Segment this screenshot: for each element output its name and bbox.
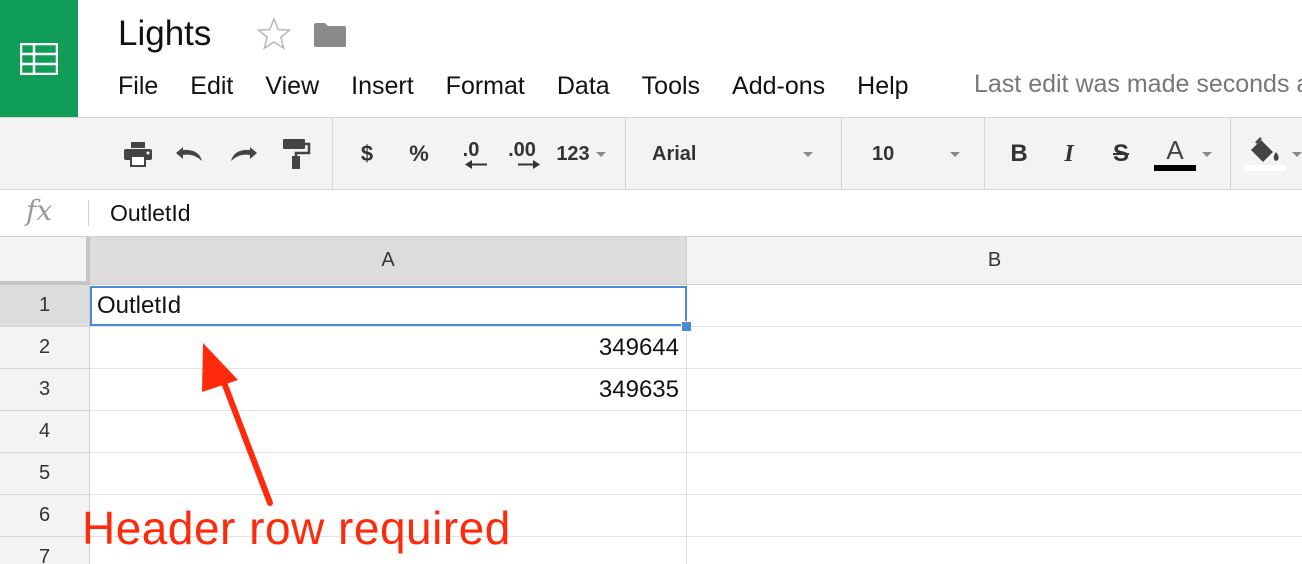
arrow-right-icon bbox=[518, 159, 540, 169]
row-header-2[interactable]: 2 bbox=[0, 327, 90, 369]
folder-icon[interactable] bbox=[313, 22, 347, 48]
toolbar-separator bbox=[1230, 118, 1231, 190]
dropdown-caret-icon bbox=[803, 151, 813, 157]
currency-format-button[interactable]: $ bbox=[352, 118, 382, 190]
formula-separator bbox=[88, 200, 89, 226]
text-color-swatch bbox=[1154, 165, 1196, 171]
star-icon[interactable] bbox=[257, 17, 291, 51]
bold-button[interactable]: B bbox=[1002, 118, 1036, 190]
menu-data[interactable]: Data bbox=[557, 72, 610, 101]
print-button[interactable] bbox=[118, 118, 158, 190]
fx-icon: fx bbox=[26, 194, 53, 227]
paint-bucket-icon bbox=[1244, 137, 1286, 171]
currency-label: $ bbox=[360, 141, 374, 166]
paint-format-icon bbox=[283, 139, 311, 169]
fill-handle[interactable] bbox=[681, 321, 692, 332]
decrease-decimal-label: .0 bbox=[462, 138, 480, 161]
italic-button[interactable]: I bbox=[1052, 118, 1086, 190]
cell-b5[interactable] bbox=[687, 453, 1302, 495]
cell-b6[interactable] bbox=[687, 495, 1302, 537]
text-color-button[interactable]: A bbox=[1150, 118, 1216, 190]
cell-a5[interactable] bbox=[90, 453, 687, 495]
increase-decimal-label: .00 bbox=[508, 138, 536, 161]
text-color-label: A bbox=[1166, 135, 1184, 165]
select-all-corner[interactable] bbox=[0, 237, 90, 285]
font-size-value: 10 bbox=[872, 142, 895, 165]
fill-color-swatch bbox=[1244, 165, 1286, 171]
menu-edit[interactable]: Edit bbox=[190, 72, 233, 101]
cell-b4[interactable] bbox=[687, 411, 1302, 453]
bold-label: B bbox=[1010, 140, 1028, 167]
annotation-label: Header row required bbox=[82, 502, 511, 554]
row-header-3[interactable]: 3 bbox=[0, 369, 90, 411]
more-formats-label: 123 bbox=[556, 142, 590, 165]
paint-format-button[interactable] bbox=[276, 118, 316, 190]
row-header-7[interactable]: 7 bbox=[0, 537, 90, 564]
undo-icon bbox=[176, 147, 202, 161]
formula-bar: fx OutletId bbox=[0, 190, 1302, 237]
percent-label: % bbox=[409, 141, 429, 166]
toolbar-separator bbox=[332, 118, 333, 190]
row-header-6[interactable]: 6 bbox=[0, 495, 90, 537]
toolbar: $ % .0 .00 123 Arial 10 B I S A bbox=[0, 117, 1302, 190]
decrease-decimal-button[interactable]: .0 bbox=[452, 118, 490, 190]
menu-insert[interactable]: Insert bbox=[351, 72, 414, 101]
column-header-b[interactable]: B bbox=[687, 237, 1302, 285]
menu-format[interactable]: Format bbox=[446, 72, 525, 101]
dropdown-caret-icon bbox=[950, 151, 960, 157]
cell-b7[interactable] bbox=[687, 537, 1302, 564]
last-edit-status[interactable]: Last edit was made seconds ago bbox=[974, 70, 1302, 99]
cell-a4[interactable] bbox=[90, 411, 687, 453]
cell-a1[interactable]: OutletId bbox=[90, 285, 687, 327]
strikethrough-button[interactable]: S bbox=[1104, 118, 1138, 190]
arrow-left-icon bbox=[465, 159, 487, 169]
menu-help[interactable]: Help bbox=[857, 72, 908, 101]
dropdown-caret-icon bbox=[1202, 151, 1212, 157]
fill-color-button[interactable] bbox=[1240, 118, 1302, 190]
redo-button[interactable] bbox=[223, 118, 263, 190]
more-formats-button[interactable]: 123 bbox=[551, 118, 611, 190]
app-header: Lights File Edit View Insert Format Data… bbox=[0, 0, 1302, 117]
menu-view[interactable]: View bbox=[265, 72, 319, 101]
font-family-select[interactable]: Arial bbox=[640, 118, 825, 190]
column-header-a[interactable]: A bbox=[90, 237, 687, 285]
text-color-icon: A bbox=[1154, 137, 1196, 171]
document-title[interactable]: Lights bbox=[118, 14, 211, 54]
menu-tools[interactable]: Tools bbox=[642, 72, 700, 101]
font-size-select[interactable]: 10 bbox=[860, 118, 972, 190]
cell-b2[interactable] bbox=[687, 327, 1302, 369]
font-family-value: Arial bbox=[652, 142, 697, 165]
cell-a2[interactable]: 349644 bbox=[90, 327, 687, 369]
sheets-logo[interactable] bbox=[0, 0, 78, 117]
italic-label: I bbox=[1064, 140, 1074, 167]
menu-file[interactable]: File bbox=[118, 72, 158, 101]
cell-a3[interactable]: 349635 bbox=[90, 369, 687, 411]
strikethrough-label: S bbox=[1112, 140, 1129, 167]
toolbar-separator bbox=[984, 118, 985, 190]
toolbar-separator bbox=[841, 118, 842, 190]
dropdown-caret-icon bbox=[1292, 151, 1302, 157]
print-icon bbox=[124, 142, 152, 167]
menu-add-ons[interactable]: Add-ons bbox=[732, 72, 825, 101]
cell-b3[interactable] bbox=[687, 369, 1302, 411]
percent-format-button[interactable]: % bbox=[402, 118, 436, 190]
cell-b1[interactable] bbox=[687, 285, 1302, 327]
increase-decimal-button[interactable]: .00 bbox=[500, 118, 544, 190]
formula-input[interactable]: OutletId bbox=[110, 200, 191, 227]
menu-bar: File Edit View Insert Format Data Tools … bbox=[118, 70, 941, 102]
undo-button[interactable] bbox=[170, 118, 210, 190]
row-header-5[interactable]: 5 bbox=[0, 453, 90, 495]
row-header-1[interactable]: 1 bbox=[0, 285, 90, 327]
sheets-grid-icon bbox=[20, 42, 58, 75]
toolbar-separator bbox=[625, 118, 626, 190]
row-header-4[interactable]: 4 bbox=[0, 411, 90, 453]
dropdown-caret-icon bbox=[595, 151, 606, 157]
redo-icon bbox=[231, 147, 257, 161]
